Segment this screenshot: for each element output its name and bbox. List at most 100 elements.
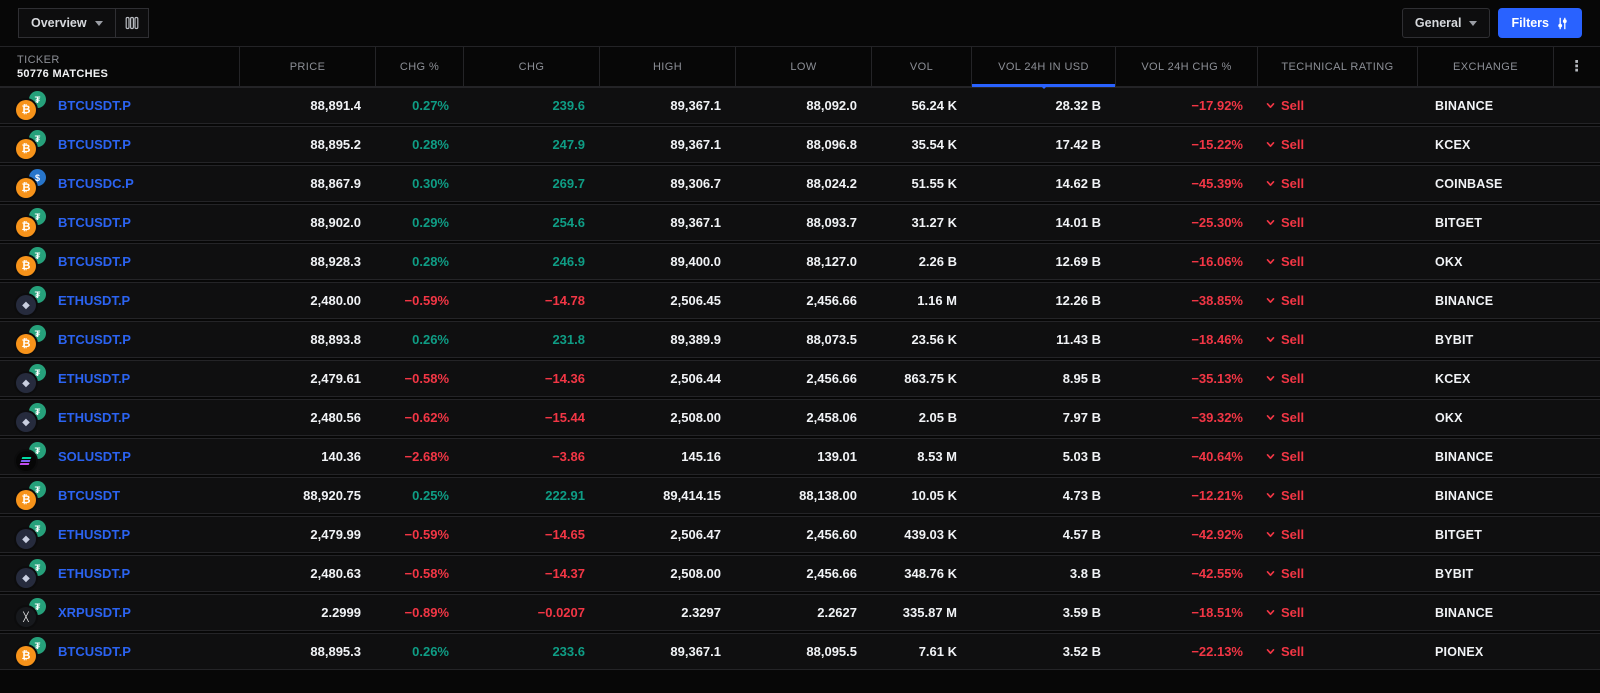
column-menu-cell[interactable]: ⋮ <box>1554 47 1600 86</box>
table-row[interactable]: BTCUSDT.P 88,895.2 0.28% 247.9 89,367.1 … <box>0 126 1600 163</box>
exchange-cell: BITGET <box>1435 527 1483 542</box>
ticker-cell: BTCUSDT.P <box>0 637 240 666</box>
chg-pct-cell: −0.58% <box>404 371 449 386</box>
table-header: TICKER 50776 MATCHES PRICE CHG % CHG HIGH LO… <box>0 46 1600 89</box>
table-row[interactable]: SOLUSDT.P 140.36 −2.68% −3.86 145.16 139… <box>0 438 1600 475</box>
ticker-link[interactable]: ETHUSDT.P <box>58 527 130 542</box>
column-header-technical-rating[interactable]: TECHNICAL RATING <box>1258 47 1418 86</box>
table-row[interactable]: ETHUSDT.P 2,479.61 −0.58% −14.36 2,506.4… <box>0 360 1600 397</box>
ticker-link[interactable]: ETHUSDT.P <box>58 371 130 386</box>
column-header-price[interactable]: PRICE <box>240 47 376 86</box>
vol-24h-chg-cell: −15.22% <box>1191 137 1243 152</box>
ticker-link[interactable]: BTCUSDT.P <box>58 254 131 269</box>
vol-24h-usd-cell: 14.62 B <box>1055 176 1101 191</box>
columns-layout-button[interactable] <box>114 8 149 38</box>
vol-24h-usd-cell: 12.69 B <box>1055 254 1101 269</box>
table-row[interactable]: BTCUSDT.P 88,893.8 0.26% 231.8 89,389.9 … <box>0 321 1600 358</box>
column-header-vol-24h-chg-[interactable]: VOL 24H CHG % <box>1116 47 1258 86</box>
table-row[interactable]: BTCUSDT.P 88,895.3 0.26% 233.6 89,367.1 … <box>0 633 1600 670</box>
overview-dropdown[interactable]: Overview <box>18 8 116 38</box>
price-cell: 2,480.56 <box>310 410 361 425</box>
technical-rating-cell: Sell <box>1258 605 1418 620</box>
vol-24h-usd-cell: 3.59 B <box>1062 605 1101 620</box>
exchange-cell: BYBIT <box>1435 566 1474 581</box>
ticker-link[interactable]: SOLUSDT.P <box>58 449 131 464</box>
general-dropdown[interactable]: General <box>1401 8 1491 38</box>
vol-24h-usd-cell: 3.52 B <box>1062 644 1101 659</box>
vol-24h-chg-cell: −39.32% <box>1191 410 1243 425</box>
chg-pct-cell: −0.62% <box>404 410 449 425</box>
chg-pct-cell: −0.59% <box>404 293 449 308</box>
table-row[interactable]: ETHUSDT.P 2,480.56 −0.62% −15.44 2,508.0… <box>0 399 1600 436</box>
technical-rating-cell: Sell <box>1258 176 1418 191</box>
table-row[interactable]: ETHUSDT.P 2,480.00 −0.59% −14.78 2,506.4… <box>0 282 1600 319</box>
technical-rating-cell: Sell <box>1258 527 1418 542</box>
chg-cell: −14.78 <box>544 293 585 308</box>
vol-24h-usd-cell: 17.42 B <box>1055 137 1101 152</box>
ticker-link[interactable]: BTCUSDC.P <box>58 176 134 191</box>
coin-pair-icon <box>16 91 47 120</box>
coin-pair-icon <box>16 208 47 237</box>
coin-pair-icon <box>16 286 47 315</box>
ticker-cell: BTCUSDT <box>0 481 240 510</box>
filters-button[interactable]: Filters <box>1498 8 1582 38</box>
rating-label: Sell <box>1281 215 1305 230</box>
ticker-link[interactable]: BTCUSDT.P <box>58 137 131 152</box>
ticker-header-label: TICKER <box>17 53 60 66</box>
base-coin-icon <box>16 139 36 159</box>
technical-rating-cell: Sell <box>1258 137 1418 152</box>
vol-cell: 10.05 K <box>911 488 957 503</box>
vol-cell: 348.76 K <box>904 566 957 581</box>
coin-pair-icon <box>16 325 47 354</box>
sell-chevron-down-icon <box>1266 141 1275 147</box>
vol-cell: 31.27 K <box>911 215 957 230</box>
column-header-chg[interactable]: CHG <box>464 47 600 86</box>
vol-cell: 23.56 K <box>911 332 957 347</box>
exchange-cell: KCEX <box>1435 137 1471 152</box>
sell-chevron-down-icon <box>1266 570 1275 576</box>
column-header-exchange[interactable]: EXCHANGE <box>1418 47 1554 86</box>
column-header-vol-24h-in-usd[interactable]: VOL 24H IN USD <box>972 47 1116 89</box>
ticker-link[interactable]: BTCUSDT.P <box>58 98 131 113</box>
price-cell: 140.36 <box>321 449 361 464</box>
coin-pair-icon <box>16 169 47 198</box>
table-row[interactable]: XRPUSDT.P 2.2999 −0.89% −0.0207 2.3297 2… <box>0 594 1600 631</box>
column-header-ticker[interactable]: TICKER 50776 MATCHES <box>0 47 240 86</box>
chg-pct-cell: −0.58% <box>404 566 449 581</box>
chg-pct-cell: 0.30% <box>412 176 449 191</box>
ticker-cell: BTCUSDC.P <box>0 169 240 198</box>
price-cell: 88,928.3 <box>310 254 361 269</box>
base-coin-icon <box>16 100 36 120</box>
vol-24h-usd-cell: 14.01 B <box>1055 215 1101 230</box>
ticker-link[interactable]: ETHUSDT.P <box>58 410 130 425</box>
column-header-low[interactable]: LOW <box>736 47 872 86</box>
rating-label: Sell <box>1281 293 1305 308</box>
ticker-link[interactable]: BTCUSDT.P <box>58 215 131 230</box>
high-cell: 89,367.1 <box>670 98 721 113</box>
base-coin-icon <box>16 646 36 666</box>
filters-button-label: Filters <box>1511 16 1549 30</box>
rating-label: Sell <box>1281 332 1305 347</box>
table-row[interactable]: BTCUSDC.P 88,867.9 0.30% 269.7 89,306.7 … <box>0 165 1600 202</box>
ticker-link[interactable]: BTCUSDT.P <box>58 644 131 659</box>
chg-pct-cell: 0.26% <box>412 332 449 347</box>
vol-cell: 35.54 K <box>911 137 957 152</box>
table-row[interactable]: ETHUSDT.P 2,480.63 −0.58% −14.37 2,508.0… <box>0 555 1600 592</box>
ticker-link[interactable]: XRPUSDT.P <box>58 605 131 620</box>
exchange-cell: BINANCE <box>1435 488 1494 503</box>
ticker-link[interactable]: BTCUSDT <box>58 488 120 503</box>
table-row[interactable]: ETHUSDT.P 2,479.99 −0.59% −14.65 2,506.4… <box>0 516 1600 553</box>
chg-cell: −0.0207 <box>537 605 585 620</box>
ticker-link[interactable]: ETHUSDT.P <box>58 293 130 308</box>
column-header-high[interactable]: HIGH <box>600 47 736 86</box>
table-row[interactable]: BTCUSDT.P 88,928.3 0.28% 246.9 89,400.0 … <box>0 243 1600 280</box>
table-row[interactable]: BTCUSDT.P 88,891.4 0.27% 239.6 89,367.1 … <box>0 87 1600 124</box>
high-cell: 2.3297 <box>681 605 721 620</box>
column-header-chg-[interactable]: CHG % <box>376 47 464 86</box>
table-row[interactable]: BTCUSDT.P 88,902.0 0.29% 254.6 89,367.1 … <box>0 204 1600 241</box>
ticker-link[interactable]: BTCUSDT.P <box>58 332 131 347</box>
column-header-vol[interactable]: VOL <box>872 47 972 86</box>
table-row[interactable]: BTCUSDT 88,920.75 0.25% 222.91 89,414.15… <box>0 477 1600 514</box>
ticker-link[interactable]: ETHUSDT.P <box>58 566 130 581</box>
exchange-cell: BINANCE <box>1435 449 1494 464</box>
